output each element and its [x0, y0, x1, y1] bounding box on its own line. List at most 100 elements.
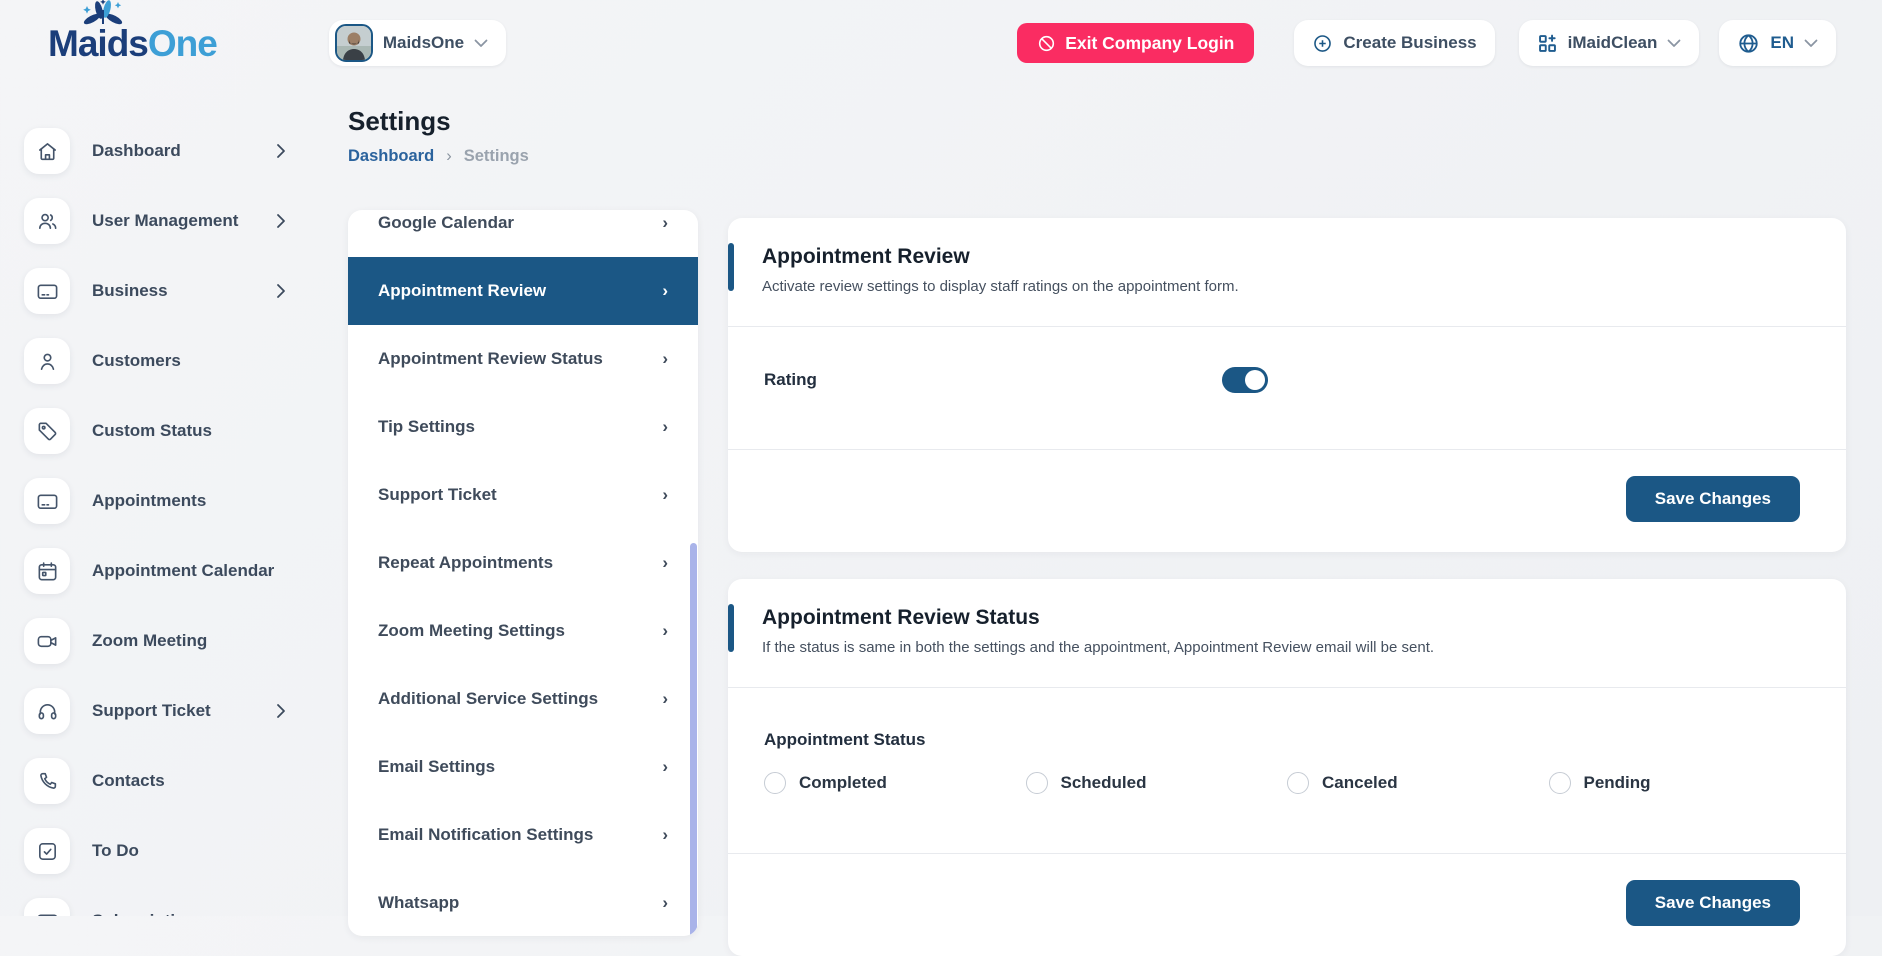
settings-menu-item-repeat-appointments[interactable]: Repeat Appointments›: [348, 529, 698, 597]
sidebar-item-to-do[interactable]: To Do: [24, 816, 336, 886]
appointment-review-card: Appointment Review Activate review setti…: [728, 218, 1846, 552]
sidebar-item-zoom-meeting[interactable]: Zoom Meeting: [24, 606, 336, 676]
sidebar-nav: Dashboard User Management Business Custo…: [0, 86, 336, 916]
chevron-right-icon: ›: [662, 349, 668, 369]
company-dropdown[interactable]: MaidsOne: [329, 20, 506, 66]
settings-panels: Appointment Review Activate review setti…: [728, 218, 1846, 956]
breadcrumb-dashboard-link[interactable]: Dashboard: [348, 147, 434, 166]
radio-option-scheduled[interactable]: Scheduled: [1026, 772, 1288, 794]
sidebar-item-contacts[interactable]: Contacts: [24, 746, 336, 816]
radio-option-pending[interactable]: Pending: [1549, 772, 1811, 794]
radio-option-canceled[interactable]: Canceled: [1287, 772, 1549, 794]
appointment-status-section: Appointment Status Completed Scheduled C…: [728, 688, 1846, 853]
settings-menu: Google Calendar› Appointment Review› App…: [348, 210, 698, 936]
chevron-down-icon: [1667, 39, 1681, 48]
sidebar-item-custom-status[interactable]: Custom Status: [24, 396, 336, 466]
card-icon: [24, 478, 70, 524]
language-label: EN: [1770, 33, 1794, 53]
appointment-review-title: Appointment Review: [762, 245, 1812, 269]
main-content: Settings Dashboard › Settings Google Cal…: [336, 86, 1882, 916]
breadcrumb: Dashboard › Settings: [348, 147, 529, 166]
home-icon: [24, 128, 70, 174]
sidebar-item-appointment-calendar[interactable]: Appointment Calendar: [24, 536, 336, 606]
appointment-review-description: Activate review settings to display staf…: [762, 278, 1812, 295]
card-accent-bar: [728, 243, 734, 291]
logo-text: ds: [107, 25, 148, 62]
save-changes-button[interactable]: Save Changes: [1626, 476, 1800, 522]
settings-menu-scrollbar[interactable]: [690, 543, 697, 936]
page-title: Settings: [348, 106, 529, 137]
chevron-right-icon: ›: [662, 893, 668, 913]
calendar-icon: [24, 548, 70, 594]
logo-text: One: [148, 25, 217, 62]
chevron-right-icon: ›: [662, 485, 668, 505]
settings-menu-item-appointment-review[interactable]: Appointment Review›: [348, 257, 698, 325]
rating-toggle[interactable]: [1222, 367, 1268, 393]
tag-icon: [24, 408, 70, 454]
card-accent-bar: [728, 604, 734, 652]
settings-menu-item-support-ticket[interactable]: Support Ticket›: [348, 461, 698, 529]
settings-menu-item-appointment-review-status[interactable]: Appointment Review Status›: [348, 325, 698, 393]
app-switcher-dropdown[interactable]: iMaidClean: [1519, 20, 1700, 66]
chevron-right-icon: ›: [662, 417, 668, 437]
sidebar-item-dashboard[interactable]: Dashboard: [24, 116, 336, 186]
sidebar-item-support-ticket[interactable]: Support Ticket: [24, 676, 336, 746]
plus-circle-icon: [1312, 33, 1333, 54]
create-business-label: Create Business: [1343, 33, 1476, 53]
settings-menu-item-email-settings[interactable]: Email Settings›: [348, 733, 698, 801]
company-avatar: [335, 24, 373, 62]
card-icon: [24, 268, 70, 314]
chevron-down-icon: [1804, 39, 1818, 48]
settings-menu-item-zoom-meeting-settings[interactable]: Zoom Meeting Settings›: [348, 597, 698, 665]
appointment-review-status-header: Appointment Review Status If the status …: [728, 579, 1846, 687]
card-icon: [24, 898, 70, 916]
sidebar-item-subscription[interactable]: Subscription: [24, 886, 336, 916]
sidebar-item-customers[interactable]: Customers: [24, 326, 336, 396]
appointment-review-status-description: If the status is same in both the settin…: [762, 639, 1812, 656]
ban-icon: [1037, 34, 1056, 53]
sidebar-item-user-management[interactable]: User Management: [24, 186, 336, 256]
chevron-right-icon: ›: [662, 825, 668, 845]
phone-icon: [24, 758, 70, 804]
radio-button[interactable]: [1287, 772, 1309, 794]
video-camera-icon: [24, 618, 70, 664]
settings-menu-item-google-calendar[interactable]: Google Calendar›: [348, 210, 698, 257]
chevron-down-icon: [474, 39, 488, 48]
settings-menu-item-whatsapp[interactable]: Whatsapp›: [348, 869, 698, 936]
appointment-status-label: Appointment Status: [764, 730, 1810, 750]
chevron-right-icon: ›: [662, 213, 668, 233]
chevron-right-icon: [276, 143, 286, 159]
sidebar-item-business[interactable]: Business: [24, 256, 336, 326]
radio-button[interactable]: [1549, 772, 1571, 794]
save-changes-button[interactable]: Save Changes: [1626, 880, 1800, 926]
appointment-review-status-card: Appointment Review Status If the status …: [728, 579, 1846, 956]
settings-menu-item-email-notification-settings[interactable]: Email Notification Settings›: [348, 801, 698, 869]
headset-icon: [24, 688, 70, 734]
person-icon: [24, 338, 70, 384]
exit-company-login-button[interactable]: Exit Company Login: [1017, 23, 1254, 63]
appointment-status-options: Completed Scheduled Canceled Pending: [764, 772, 1810, 794]
rating-row: Rating: [728, 327, 1846, 449]
logo-text: Ma: [48, 25, 97, 62]
language-dropdown[interactable]: EN: [1719, 20, 1836, 66]
globe-icon: [1737, 32, 1760, 55]
settings-menu-item-additional-service-settings[interactable]: Additional Service Settings›: [348, 665, 698, 733]
top-header: Mai dsOne MaidsOne: [0, 0, 1882, 86]
chevron-right-icon: ›: [662, 757, 668, 777]
chevron-right-icon: [276, 213, 286, 229]
company-dropdown-label: MaidsOne: [383, 33, 464, 53]
create-business-button[interactable]: Create Business: [1294, 20, 1494, 66]
exit-company-login-label: Exit Company Login: [1065, 33, 1234, 54]
rating-label: Rating: [764, 370, 1222, 390]
breadcrumb-current: Settings: [464, 147, 529, 166]
radio-button[interactable]: [764, 772, 786, 794]
sidebar-item-appointments[interactable]: Appointments: [24, 466, 336, 536]
page-header: Settings Dashboard › Settings: [348, 106, 529, 166]
radio-button[interactable]: [1026, 772, 1048, 794]
radio-option-completed[interactable]: Completed: [764, 772, 1026, 794]
app-logo[interactable]: Mai dsOne: [48, 25, 217, 62]
settings-menu-item-tip-settings[interactable]: Tip Settings›: [348, 393, 698, 461]
app-switcher-label: iMaidClean: [1568, 33, 1658, 53]
chevron-right-icon: ›: [662, 689, 668, 709]
logo-plume-icon: [82, 0, 124, 28]
